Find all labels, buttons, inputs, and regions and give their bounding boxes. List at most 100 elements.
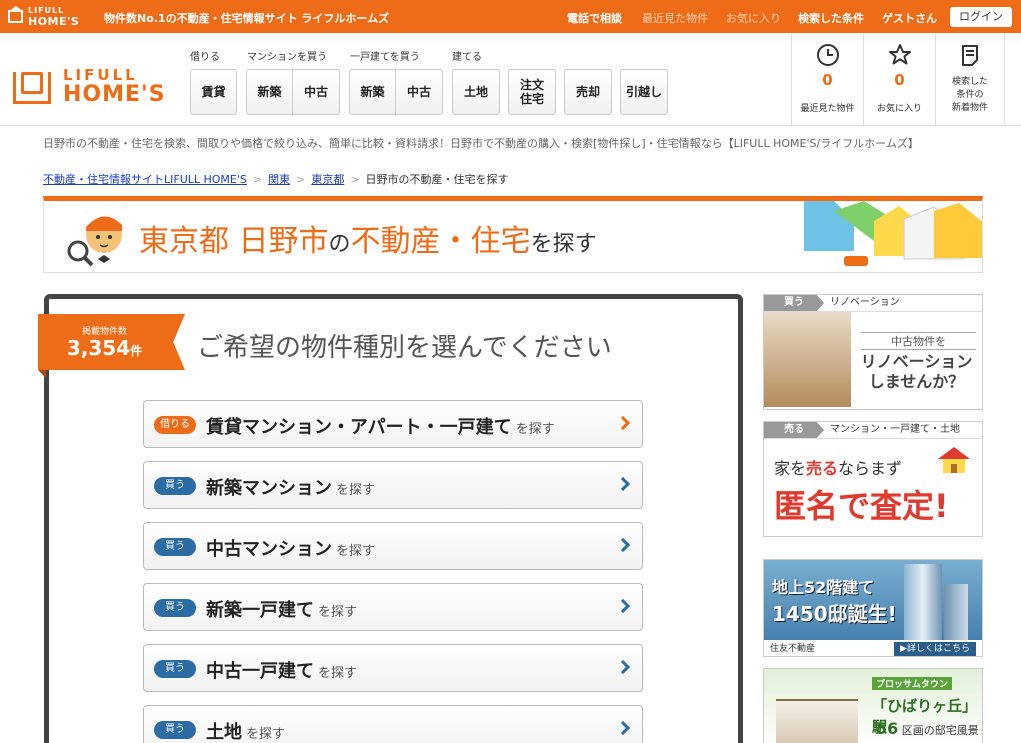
- recent-viewed-stat[interactable]: 0 最近見た物件: [791, 33, 863, 125]
- logo-line2: HOME'S: [63, 82, 166, 107]
- nav-land-button[interactable]: 土地: [452, 69, 500, 115]
- hero-title-realestate: 不動産・住宅: [350, 224, 531, 259]
- top-logo[interactable]: LIFULL HOME'S: [8, 6, 88, 28]
- renovation-line1: 中古物件を: [861, 332, 976, 350]
- chevron-right-icon: [615, 598, 631, 614]
- renovation-banner: 中古物件を リノベーション しませんか？: [764, 312, 982, 407]
- nav-house-used-button[interactable]: 中古: [396, 69, 443, 115]
- hero-title-no: の: [328, 232, 351, 257]
- blossom-tag: プロッサムタウン: [872, 677, 952, 690]
- type-land-button[interactable]: 買う 土地 を探す: [143, 705, 643, 743]
- chevron-right-icon: [615, 415, 631, 431]
- type-label: 新築マンション: [206, 478, 332, 499]
- tower-line1: 地上52階建て: [772, 578, 875, 597]
- favorites-stat[interactable]: 0 お気に入り: [863, 33, 935, 125]
- blossom-banner: プロッサムタウン 「ひばりヶ丘」駅 56 区画の邸宅風景: [764, 669, 982, 743]
- memo-icon: [962, 45, 978, 66]
- site-header: LIFULL HOME'S 借りる マンションを買う 一戸建てを買う 建てる 賃…: [0, 33, 1021, 126]
- top-bar: LIFULL HOME'S 物件数No.1の不動産・住宅情報サイト ライフルホー…: [0, 0, 1021, 33]
- blossom-lots-count: 56: [876, 719, 899, 738]
- type-used-house-button[interactable]: 買う 中古一戸建て を探す: [143, 644, 643, 692]
- type-label: 中古一戸建て: [206, 661, 314, 682]
- tower-footer: 住友不動産 ▶詳しくはこちら: [764, 640, 982, 656]
- saved-search-link[interactable]: 検索した条件: [798, 10, 864, 26]
- nav-rent-button[interactable]: 賃貸: [190, 69, 237, 115]
- hero-title-area: 東京都 日野市: [139, 224, 329, 259]
- ad-renovation[interactable]: 買う リノベーション 中古物件を リノベーション しませんか？: [763, 294, 983, 410]
- type-name: 新築マンション を探す: [206, 474, 375, 500]
- house-icon: [938, 447, 970, 473]
- recent-viewed-label: 最近見た物件: [800, 104, 855, 114]
- hero-title-search: を探す: [530, 232, 597, 257]
- favorites-link[interactable]: お気に入り: [726, 10, 781, 26]
- saved-search-stat[interactable]: 検索した 条件の 新着物件: [935, 33, 1005, 125]
- type-label: 土地: [206, 722, 242, 743]
- category-build-label: 建てる: [452, 52, 482, 63]
- guest-user-link[interactable]: ゲストさん: [882, 10, 937, 26]
- details-button[interactable]: ▶詳しくはこちら: [894, 642, 976, 656]
- saved-search-label-line3: 新着物件: [951, 103, 988, 113]
- star-icon: [888, 44, 911, 65]
- sell-line1: 家を売るならまず: [774, 455, 902, 479]
- nav-custom-house-button[interactable]: 注文 住宅: [508, 69, 556, 115]
- nav-mansion-used-button[interactable]: 中古: [293, 69, 340, 115]
- buy-badge: 買う: [154, 477, 196, 495]
- recent-viewed-link[interactable]: 最近見た物件: [642, 10, 708, 26]
- phone-consult-link[interactable]: 電話で相談: [567, 10, 622, 26]
- saved-search-label-line2: 条件の: [956, 90, 984, 100]
- site-logo[interactable]: LIFULL HOME'S: [13, 66, 183, 111]
- logo-house-icon: [21, 72, 43, 94]
- listing-count-value: 3,354: [66, 336, 131, 360]
- type-label: 賃貸マンション・アパート・一戸建て: [206, 417, 512, 438]
- nav-custom-line2: 住宅: [519, 92, 544, 106]
- login-button[interactable]: ログイン: [950, 7, 1012, 27]
- saved-search-label-line1: 検索した: [951, 77, 988, 87]
- type-new-mansion-button[interactable]: 買う 新築マンション を探す: [143, 461, 643, 509]
- ad-sell-appraisal[interactable]: 売る マンション・一戸建て・土地 家を売るならまず 匿名で査定!: [763, 421, 983, 537]
- type-suffix: を探す: [336, 483, 376, 498]
- ad-header: 買う リノベーション: [764, 295, 982, 312]
- tower-banner: 地上52階建て 1450邸誕生! 住友不動産 ▶詳しくはこちら: [764, 560, 982, 656]
- sell-line2: 匿名で査定!: [774, 487, 949, 525]
- ad-tower-mansion[interactable]: 地上52階建て 1450邸誕生! 住友不動産 ▶詳しくはこちら: [763, 559, 983, 657]
- recent-viewed-count: 0: [822, 71, 833, 89]
- nav-sell-button[interactable]: 売却: [564, 69, 612, 115]
- breadcrumb-tokyo-link[interactable]: 東京都: [311, 173, 344, 186]
- type-name: 土地 を探す: [206, 718, 285, 743]
- nav-move-button[interactable]: 引越し: [620, 69, 668, 115]
- listing-count: 3,354件: [38, 336, 171, 360]
- home-icon-body: [8, 10, 23, 23]
- top-logo-line1: LIFULL: [28, 6, 65, 15]
- breadcrumb-current: 日野市の不動産・住宅を探す: [365, 173, 509, 186]
- sell-line1c: ならまず: [838, 459, 903, 478]
- type-suffix: を探す: [318, 605, 358, 620]
- ad-blossom-town[interactable]: プロッサムタウン 「ひばりヶ丘」駅 56 区画の邸宅風景: [763, 668, 983, 743]
- type-name: 中古マンション を探す: [206, 535, 375, 561]
- buy-badge: 買う: [154, 538, 196, 556]
- brand-name: 住友不動産: [770, 644, 816, 654]
- buy-badge: 買う: [154, 721, 196, 739]
- nav-mansion-new-button[interactable]: 新築: [246, 69, 293, 115]
- type-rent-button[interactable]: 借りる 賃貸マンション・アパート・一戸建て を探す: [143, 400, 643, 448]
- type-new-house-button[interactable]: 買う 新築一戸建て を探す: [143, 583, 643, 631]
- ad-header-title: マンション・一戸建て・土地: [830, 424, 960, 435]
- renovation-line3: しませんか？: [868, 372, 965, 391]
- type-suffix: を探す: [318, 666, 358, 681]
- renovation-line2: リノベーション: [860, 352, 973, 371]
- type-used-mansion-button[interactable]: 買う 中古マンション を探す: [143, 522, 643, 570]
- ad-header-title: リノベーション: [830, 297, 900, 308]
- breadcrumb-kanto-link[interactable]: 関東: [268, 173, 290, 186]
- blossom-lots: 56 区画の邸宅風景: [876, 719, 979, 738]
- breadcrumb-home-link[interactable]: 不動産・住宅情報サイトLIFULL HOME'S: [43, 173, 247, 186]
- hero-title: 東京都 日野市の不動産・住宅を探す: [139, 216, 597, 260]
- ad-tag: 買う: [764, 295, 824, 311]
- ad-tag: 売る: [764, 422, 824, 438]
- hero-banner: 東京都 日野市の不動産・住宅を探す: [43, 196, 983, 273]
- choose-type-heading: ご希望の物件種別を選んでください: [197, 333, 612, 363]
- favorites-count: 0: [894, 71, 905, 89]
- blossom-lots-text: 区画の邸宅風景: [901, 724, 979, 737]
- sell-line1b: 売る: [806, 459, 839, 478]
- category-house-label: 一戸建てを買う: [350, 52, 420, 63]
- favorites-label: お気に入り: [876, 104, 922, 114]
- nav-house-new-button[interactable]: 新築: [349, 69, 396, 115]
